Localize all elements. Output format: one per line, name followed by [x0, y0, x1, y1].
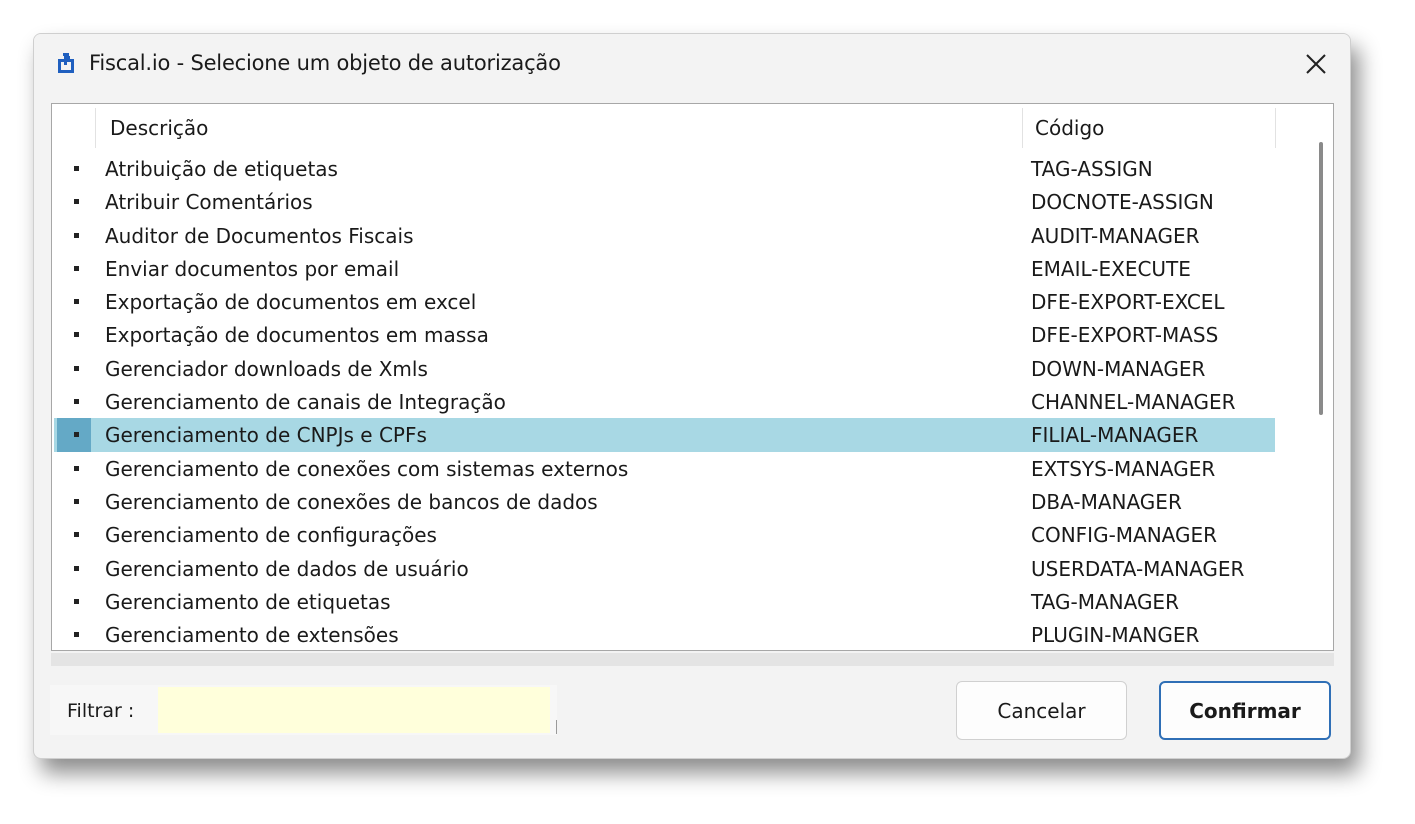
row-code: TAG-ASSIGN — [1031, 157, 1153, 181]
row-code: FILIAL-MANAGER — [1031, 423, 1199, 448]
row-code: TAG-MANAGER — [1031, 589, 1179, 614]
vertical-scroll-thumb[interactable] — [1319, 142, 1323, 415]
header-separator[interactable] — [1022, 108, 1023, 148]
row-description: Gerenciamento de conexões com sistemas e… — [105, 456, 629, 481]
bullet-icon — [74, 399, 79, 405]
column-header-code[interactable]: Código — [1035, 116, 1104, 140]
bullet-icon — [74, 565, 79, 571]
bullet-icon — [74, 265, 79, 271]
table-row[interactable]: Gerenciamento de extensões PLUGIN-MANGER — [54, 618, 1275, 650]
table-row[interactable]: Gerenciamento de canais de Integração CHA… — [54, 385, 1275, 418]
row-description: Atribuir Comentários — [105, 190, 313, 215]
filter-edge — [556, 720, 557, 734]
table-row[interactable]: Gerenciamento de dados de usuário USERDAT… — [54, 552, 1275, 585]
bullet-icon — [74, 365, 79, 371]
table-row[interactable]: Gerenciamento de configurações CONFIG-MAN… — [54, 518, 1275, 551]
row-code: CONFIG-MANAGER — [1031, 523, 1218, 548]
row-description: Enviar documentos por email — [105, 256, 400, 281]
bullet-icon — [74, 632, 79, 638]
row-code: EMAIL-EXECUTE — [1031, 256, 1191, 281]
horizontal-scrollbar[interactable] — [51, 653, 1334, 666]
column-header-description[interactable]: Descrição — [110, 116, 208, 140]
filter-label: Filtrar : — [67, 700, 135, 722]
row-description: Gerenciador downloads de Xmls — [105, 356, 428, 381]
row-code: DBA-MANAGER — [1031, 489, 1182, 514]
row-description: Gerenciamento de etiquetas — [105, 589, 391, 614]
table-row[interactable]: Auditor de Documentos Fiscais AUDIT-MANAG… — [54, 219, 1275, 252]
header-separator — [95, 108, 96, 148]
vertical-scrollbar[interactable] — [1295, 104, 1333, 650]
bullet-icon — [74, 532, 79, 538]
row-description: Gerenciamento de conexões de bancos de d… — [105, 489, 598, 514]
title-bar[interactable]: Fiscal.io - Selecione um objeto de autor… — [34, 34, 1350, 96]
filter-input[interactable] — [158, 687, 550, 733]
bullet-icon — [74, 332, 79, 338]
row-code: DFE-EXPORT-MASS — [1031, 323, 1219, 348]
table-row[interactable]: Gerenciamento de etiquetas TAG-MANAGER — [54, 585, 1275, 618]
table-row[interactable]: Exportação de documentos em excel DFE-EXP… — [54, 285, 1275, 318]
confirm-button[interactable]: Confirmar — [1159, 681, 1331, 740]
row-description: Gerenciamento de CNPJs e CPFs — [105, 423, 427, 448]
close-icon — [1306, 54, 1326, 74]
window-title: Fiscal.io - Selecione um objeto de autor… — [89, 51, 561, 75]
bullet-icon — [74, 465, 79, 471]
authorization-object-dialog: Fiscal.io - Selecione um objeto de autor… — [33, 33, 1351, 759]
table-row[interactable]: Atribuição de etiquetas TAG-ASSIGN — [54, 152, 1275, 185]
table-row[interactable]: Exportação de documentos em massa DFE-EXP… — [54, 318, 1275, 351]
bullet-icon — [74, 598, 79, 604]
table-row[interactable]: Gerenciamento de CNPJs e CPFs FILIAL-MANA… — [54, 418, 1275, 452]
row-description: Exportação de documentos em massa — [105, 323, 489, 348]
table-row[interactable]: Gerenciamento de conexões com sistemas e… — [54, 452, 1275, 485]
row-description: Gerenciamento de extensões — [105, 623, 399, 648]
list-rows: Atribuição de etiquetas TAG-ASSIGN Atribui… — [54, 152, 1275, 650]
authorization-object-list[interactable]: Descrição Código Atribuição de etiquetas… — [51, 103, 1334, 651]
table-row[interactable]: Gerenciador downloads de Xmls DOWN-MANAGE… — [54, 352, 1275, 385]
row-code: DOWN-MANAGER — [1031, 356, 1206, 381]
row-code: PLUGIN-MANGER — [1031, 623, 1200, 648]
bullet-icon — [74, 432, 79, 438]
row-code: USERDATA-MANAGER — [1031, 556, 1245, 581]
cancel-button[interactable]: Cancelar — [956, 681, 1127, 740]
row-description: Gerenciamento de configurações — [105, 523, 437, 548]
row-description: Gerenciamento de dados de usuário — [105, 556, 469, 581]
bullet-icon — [74, 166, 79, 171]
row-code: EXTSYS-MANAGER — [1031, 456, 1216, 481]
filter-panel: Filtrar : — [50, 685, 557, 735]
row-description: Atribuição de etiquetas — [105, 157, 338, 181]
row-code: AUDIT-MANAGER — [1031, 223, 1200, 248]
table-row[interactable]: Enviar documentos por email EMAIL-EXECUTE — [54, 252, 1275, 285]
row-code: DFE-EXPORT-EXCEL — [1031, 290, 1225, 315]
bullet-icon — [74, 199, 79, 205]
table-row[interactable]: Gerenciamento de conexões de bancos de d… — [54, 485, 1275, 518]
bullet-icon — [74, 299, 79, 305]
table-row[interactable]: Atribuir Comentários DOCNOTE-ASSIGN — [54, 185, 1275, 218]
list-header: Descrição Código — [52, 104, 1293, 151]
row-description: Auditor de Documentos Fiscais — [105, 223, 414, 248]
row-code: DOCNOTE-ASSIGN — [1031, 190, 1214, 215]
fiscal-io-app-icon — [58, 53, 74, 73]
close-button[interactable] — [1294, 44, 1338, 84]
bullet-icon — [74, 232, 79, 238]
header-separator[interactable] — [1275, 108, 1276, 148]
row-code: CHANNEL-MANAGER — [1031, 390, 1236, 415]
row-description: Gerenciamento de canais de Integração — [105, 390, 506, 415]
bullet-icon — [74, 498, 79, 504]
row-description: Exportação de documentos em excel — [105, 290, 477, 315]
